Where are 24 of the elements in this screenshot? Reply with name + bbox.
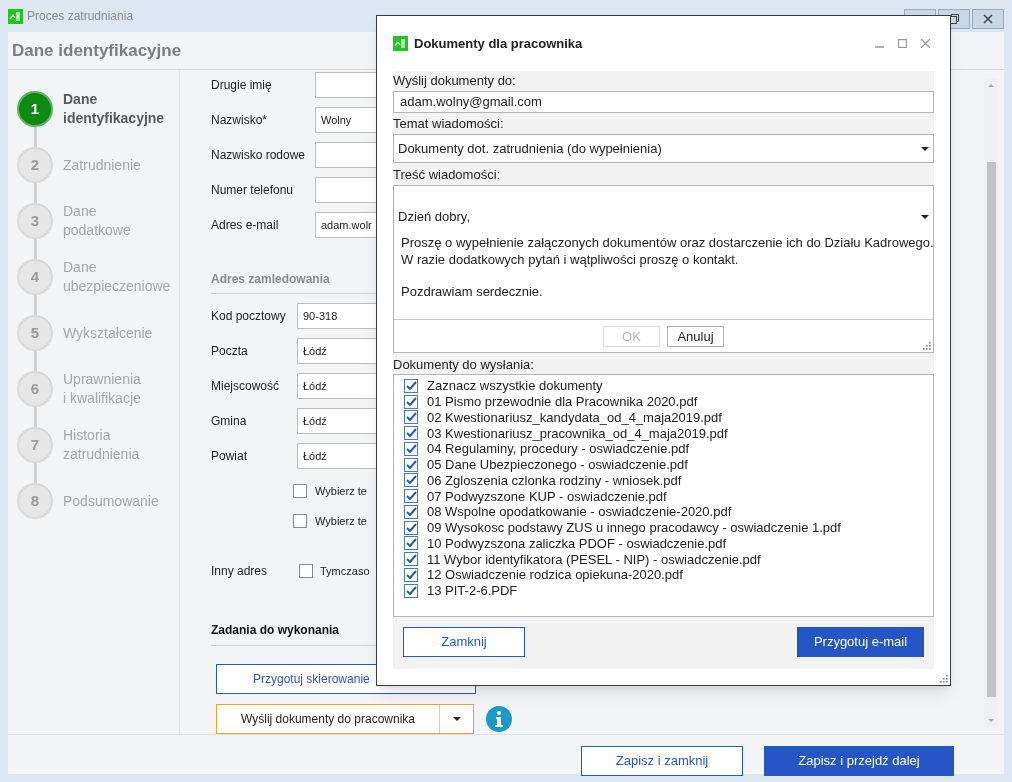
field-label: Miejscowość — [211, 378, 280, 395]
message-greeting: Dzień dobry, — [398, 208, 471, 227]
section-heading: Zadania do wykonania — [211, 623, 340, 637]
dialog-title: Dokumenty dla pracownika — [414, 34, 583, 53]
message-line: W razie dodatkowych pytań i wątpliwości proszę o kontakt. — [401, 251, 740, 268]
window-title: Proces zatrudniania — [27, 8, 134, 25]
field-label: Inny adres — [211, 563, 269, 580]
message-line: Pozdrawiam serdecznie. — [401, 283, 544, 300]
field-label: Powiat — [211, 448, 249, 465]
field-label: Numer telefonu — [211, 182, 295, 199]
field-label: Wyślij dokumenty do: — [393, 72, 517, 90]
field-label: Poczta — [211, 343, 249, 360]
message-line: Proszę o wypełnienie załączonych dokumentów oraz dostarczenie ich do Działu Kadrowego. — [401, 234, 933, 251]
field-label: Temat wiadomości: — [393, 115, 505, 133]
field-label: Nazwisko* — [211, 112, 268, 129]
field-label: Nazwisko rodowe — [211, 147, 307, 164]
field-label: Drugie imię — [211, 77, 273, 94]
field-label: Adres e-mail — [211, 217, 280, 234]
field-label: Dokumenty do wysłania: — [393, 356, 535, 374]
page-heading: Dane identyfikacyjne — [12, 39, 182, 62]
section-heading: Adres zamledowania — [211, 272, 330, 286]
field-label: Kod pocztowy — [211, 308, 287, 325]
field-label: Treść wiadomości: — [393, 166, 502, 184]
field-label: Gmina — [211, 413, 248, 430]
